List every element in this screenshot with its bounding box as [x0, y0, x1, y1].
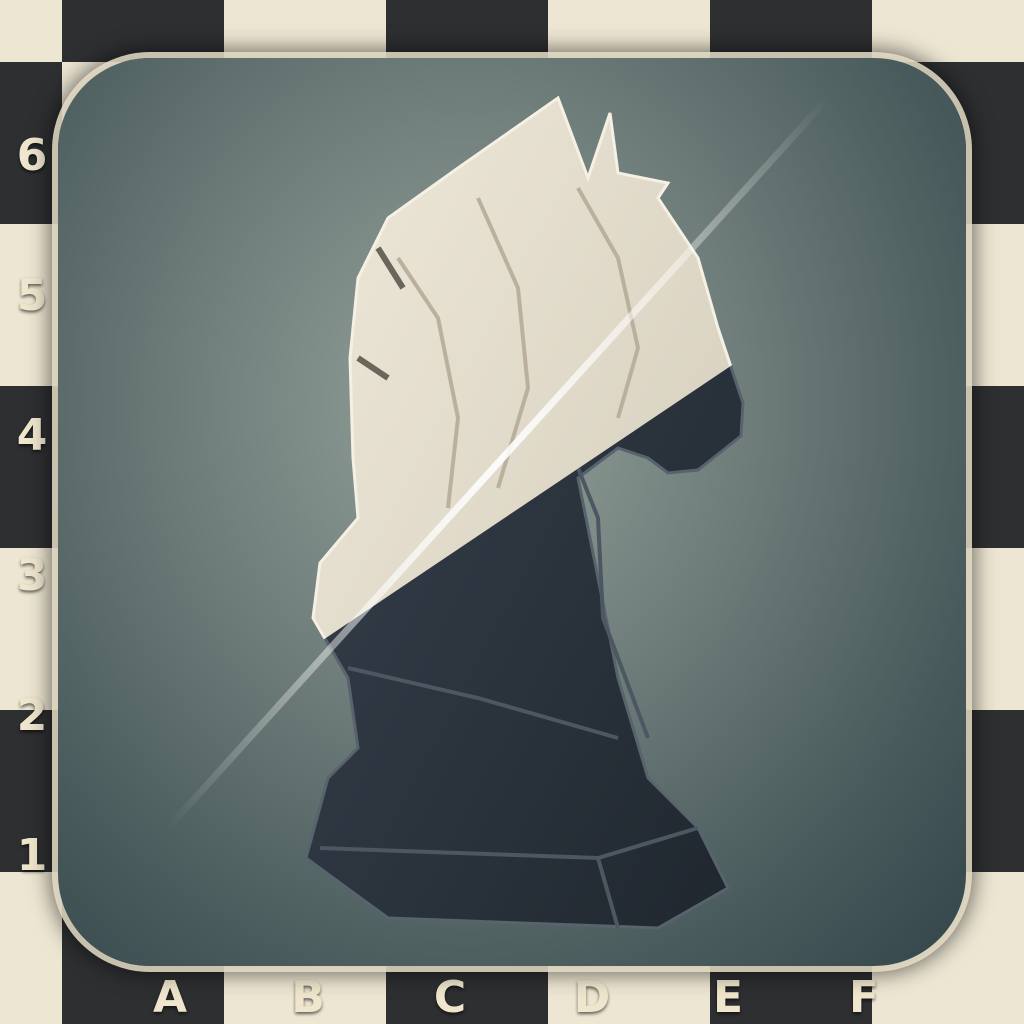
rank-label-4: 4 [16, 410, 48, 461]
file-label-f: F [848, 972, 880, 1023]
file-label-a: A [152, 972, 188, 1023]
rank-label-6: 6 [16, 130, 48, 181]
file-label-c: C [433, 972, 467, 1023]
rank-label-2: 2 [16, 690, 48, 741]
board-square [224, 0, 386, 62]
board-square [62, 0, 224, 62]
rank-label-3: 3 [16, 550, 48, 601]
file-label-d: D [573, 972, 611, 1023]
board-square [0, 872, 62, 1024]
board-square [386, 0, 548, 62]
board-square [548, 0, 710, 62]
rank-label-1: 1 [16, 830, 48, 881]
file-label-e: E [712, 972, 744, 1023]
knight-icon [165, 95, 831, 930]
board-square [710, 0, 872, 62]
rank-label-5: 5 [16, 270, 48, 321]
app-icon-card [58, 58, 966, 966]
board-square [872, 0, 1024, 62]
file-label-b: B [291, 972, 325, 1023]
board-square [0, 0, 62, 62]
